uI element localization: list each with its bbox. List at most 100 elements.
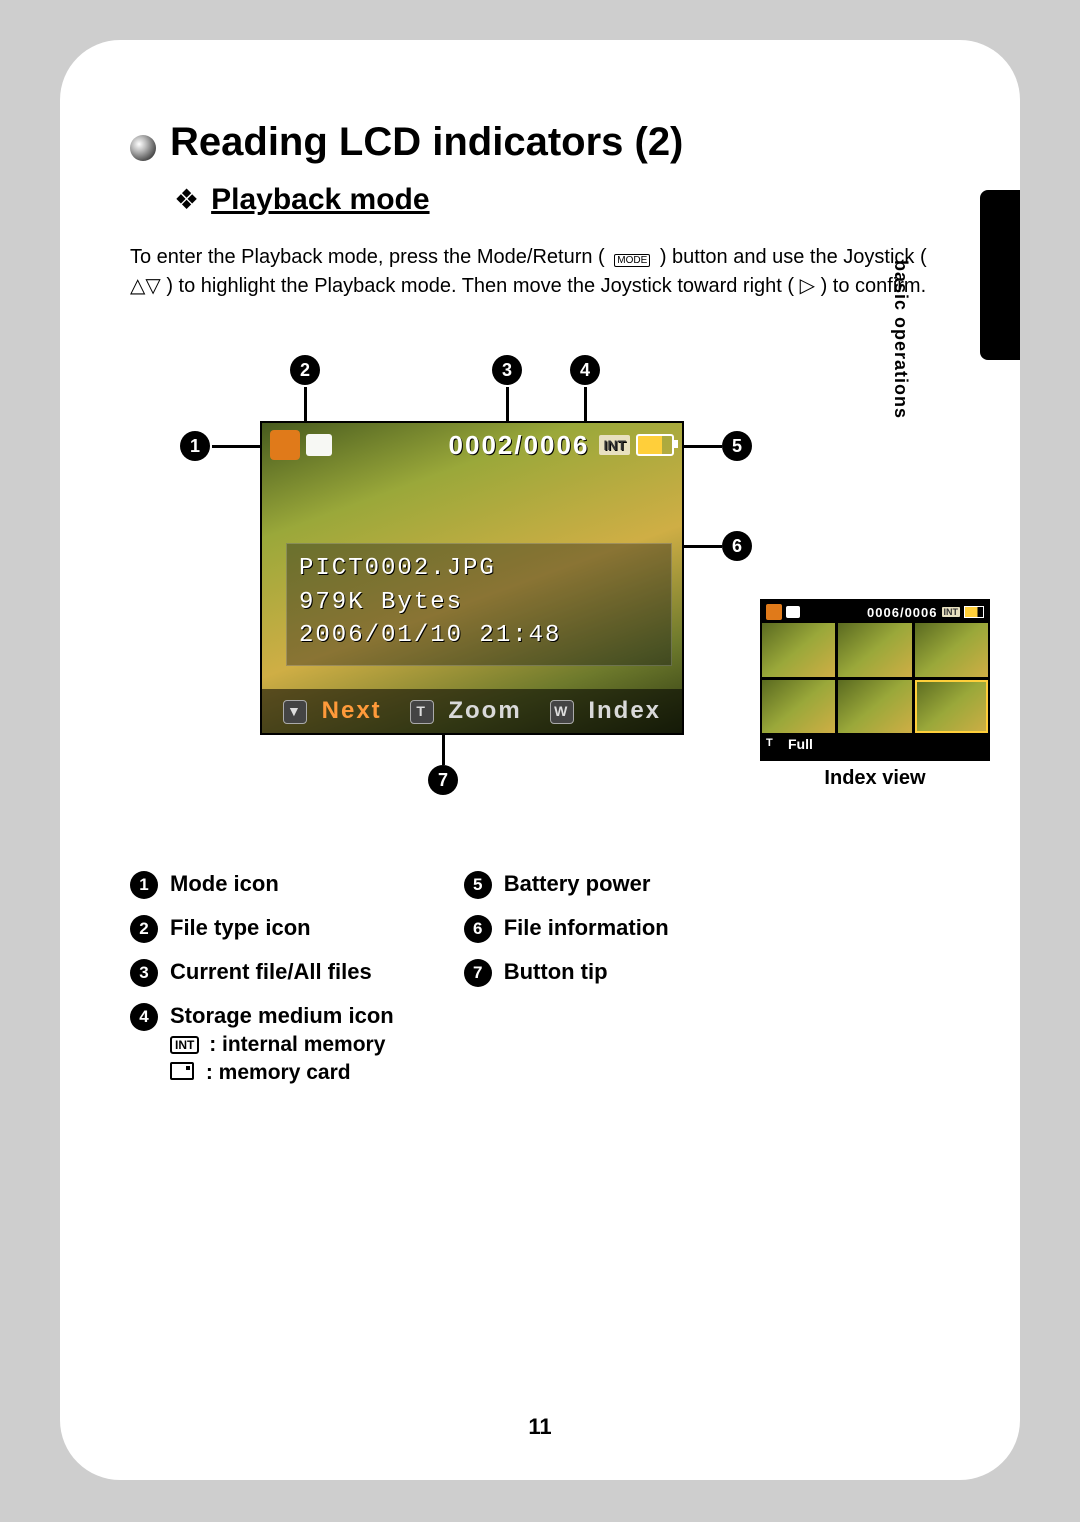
legend-item: 5 Battery power	[464, 871, 669, 899]
wide-icon: W	[550, 700, 574, 724]
tele-icon: T	[766, 736, 782, 752]
leader-line	[442, 733, 445, 765]
callout-3: 3	[492, 355, 522, 385]
legend-item: 6 File information	[464, 915, 669, 943]
legend-number: 5	[464, 871, 492, 899]
legend-number: 3	[130, 959, 158, 987]
thumbnail	[762, 680, 835, 734]
legend-label: Button tip	[504, 959, 608, 985]
legend: 1 Mode icon 2 File type icon 3 Current f…	[130, 871, 950, 1085]
memory-card-icon	[170, 1062, 194, 1080]
button-tip-bar: ▼ Next T Zoom W Index	[262, 689, 682, 733]
callout-4: 4	[570, 355, 600, 385]
index-button-tip: T Full	[762, 733, 988, 755]
legend-label: Current file/All files	[170, 959, 372, 985]
file-type-icon	[786, 606, 800, 618]
manual-page: basic operations Reading LCD indicators …	[60, 40, 1020, 1480]
mode-icon	[766, 604, 782, 620]
battery-icon	[964, 606, 984, 618]
legend-subitem: : memory card	[170, 1061, 394, 1085]
leader-line	[682, 445, 722, 448]
section-tab	[980, 190, 1020, 360]
index-status-bar: 0006/0006 INT	[762, 601, 988, 623]
joystick-updown-icon: △▽	[130, 275, 161, 297]
legend-item: 4 Storage medium icon INT : internal mem…	[130, 1003, 394, 1085]
battery-icon	[636, 434, 674, 456]
mode-icon	[270, 430, 300, 460]
callout-6: 6	[722, 531, 752, 561]
storage-medium-icon: INT	[599, 435, 630, 455]
subtitle-row: ❖ Playback mode	[174, 183, 950, 217]
thumbnail	[838, 623, 911, 677]
diamond-bullet-icon: ❖	[174, 186, 199, 214]
legend-column-left: 1 Mode icon 2 File type icon 3 Current f…	[130, 871, 394, 1085]
file-name: PICT0002.JPG	[299, 552, 659, 586]
mode-return-icon: MODE	[610, 243, 654, 272]
next-tip: ▼ Next	[283, 697, 382, 725]
legend-subitem: INT : internal memory	[170, 1033, 394, 1057]
lcd-figure: 1 2 3 4 5 6 7 0002/0006 INT PICT0002.JPG…	[130, 361, 950, 841]
zoom-tip-label: Zoom	[448, 697, 521, 724]
index-view-lcd: 0006/0006 INT T Full	[760, 599, 990, 761]
page-number: 11	[60, 1414, 1020, 1440]
tele-icon: T	[410, 700, 434, 724]
intro-paragraph: To enter the Playback mode, press the Mo…	[130, 243, 950, 301]
page-subtitle: Playback mode	[211, 183, 429, 217]
intro-text: To enter the Playback mode, press the Mo…	[130, 246, 605, 268]
zoom-tip: T Zoom	[410, 697, 522, 725]
thumbnail	[762, 623, 835, 677]
index-view-caption: Index view	[760, 767, 990, 790]
intro-text: ) button and use the Joystick (	[660, 246, 927, 268]
legend-number: 7	[464, 959, 492, 987]
joystick-right-icon: ▷	[800, 275, 815, 297]
legend-item: 1 Mode icon	[130, 871, 394, 899]
full-tip-label: Full	[788, 736, 813, 752]
internal-memory-icon: INT	[170, 1036, 199, 1054]
callout-1: 1	[180, 431, 210, 461]
legend-number: 1	[130, 871, 158, 899]
index-thumbnails	[762, 623, 988, 733]
lcd-status-bar: 0002/0006 INT	[262, 423, 682, 467]
legend-item: 7 Button tip	[464, 959, 669, 987]
page-title: Reading LCD indicators (2)	[170, 120, 683, 165]
leader-line	[506, 387, 509, 423]
index-tip: W Index	[550, 697, 661, 725]
file-information-box: PICT0002.JPG 979K Bytes 2006/01/10 21:48	[286, 543, 672, 666]
legend-number: 6	[464, 915, 492, 943]
legend-item: 3 Current file/All files	[130, 959, 394, 987]
thumbnail	[838, 680, 911, 734]
mode-return-icon-label: MODE	[614, 254, 650, 267]
file-counter: 0006/0006	[804, 605, 938, 620]
storage-medium-icon: INT	[942, 607, 961, 617]
leader-line	[682, 545, 722, 548]
file-size: 979K Bytes	[299, 586, 659, 620]
title-bullet-icon	[130, 135, 156, 161]
file-type-icon	[306, 434, 332, 456]
legend-sublabel: : memory card	[206, 1061, 351, 1084]
intro-text: ) to highlight the Playback mode. Then m…	[166, 275, 794, 297]
callout-7: 7	[428, 765, 458, 795]
legend-label: Battery power	[504, 871, 651, 897]
callout-2: 2	[290, 355, 320, 385]
index-view-figure: 0006/0006 INT T Full Index view	[760, 599, 990, 790]
leader-line	[212, 445, 260, 448]
index-tip-label: Index	[588, 697, 661, 724]
next-tip-label: Next	[322, 697, 382, 724]
legend-column-right: 5 Battery power 6 File information 7 But…	[464, 871, 669, 1085]
leader-line	[584, 387, 587, 423]
legend-number: 4	[130, 1003, 158, 1031]
legend-label: File information	[504, 915, 669, 941]
legend-label: File type icon	[170, 915, 311, 941]
title-row: Reading LCD indicators (2)	[130, 120, 950, 175]
thumbnail-selected	[915, 680, 988, 734]
lcd-screen: 0002/0006 INT PICT0002.JPG 979K Bytes 20…	[260, 421, 684, 735]
legend-item: 2 File type icon	[130, 915, 394, 943]
callout-5: 5	[722, 431, 752, 461]
file-counter: 0002/0006	[338, 430, 593, 461]
legend-label: Mode icon	[170, 871, 279, 897]
legend-sublabel: : internal memory	[209, 1033, 385, 1056]
legend-label: Storage medium icon	[170, 1003, 394, 1028]
leader-line	[304, 387, 307, 423]
down-icon: ▼	[283, 700, 307, 724]
file-timestamp: 2006/01/10 21:48	[299, 619, 659, 653]
